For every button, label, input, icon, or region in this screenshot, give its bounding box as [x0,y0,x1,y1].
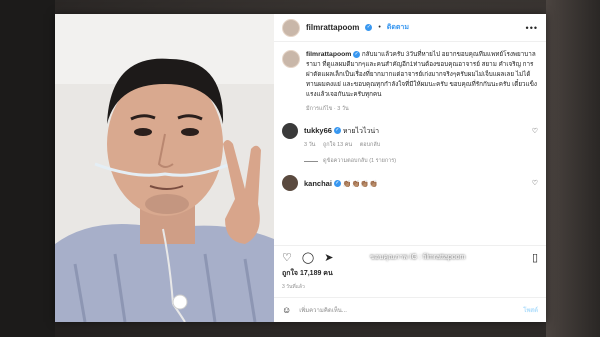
follow-button[interactable]: ติดตาม [387,22,409,33]
instagram-post: filmrattapoom ✓ • ติดตาม ••• filmrattapo… [55,14,546,322]
view-replies-label[interactable]: ดูข้อความตอบกลับ (1 รายการ) [323,157,396,165]
comment-time: 3 วัน [304,142,316,148]
comment-avatar[interactable] [282,123,298,139]
likes-count[interactable]: ถูกใจ 17,189 คน [274,268,546,279]
caption: filmrattapoom ✓ กลับมาแล้วครับ 3วันที่หา… [282,50,538,113]
comment-username[interactable]: kanchai [304,179,332,188]
replies-line [304,160,318,162]
background-right [546,0,600,337]
post-photo [55,14,274,322]
photo-credit: ขอบคุณภาพ IG : filmrattapoom [370,254,466,261]
background-left [0,0,55,337]
share-icon[interactable]: ➤ [324,251,333,264]
comments-area: filmrattapoom ✓ กลับมาแล้วครับ 3วันที่หา… [274,42,546,245]
comment-text: tukky66 ✓ หายไวไวน่า [304,126,526,137]
author-username[interactable]: filmrattapoom [306,23,359,32]
comment-heart-icon[interactable]: ♡ [532,127,538,135]
emoji-icon[interactable]: ☺ [282,305,291,315]
view-replies[interactable]: ดูข้อความตอบกลับ (1 รายการ) [304,157,538,165]
comment-body: หายไวไวน่า [342,127,380,135]
verified-icon: ✓ [365,24,373,31]
comment-body: 👏🏽👏🏽👏🏽👏🏽 [342,180,378,188]
comment-meta: 3 วัน ถูกใจ 13 คน ตอบกลับ [304,141,538,149]
post-header: filmrattapoom ✓ • ติดตาม ••• [274,14,546,42]
verified-icon: ✓ [333,180,341,188]
caption-text: filmrattapoom ✓ กลับมาแล้วครับ 3วันที่หา… [306,50,538,100]
comment-item: tukky66 ✓ หายไวไวน่า ♡ [282,123,538,139]
caption-body: กลับมาแล้วครับ 3วันที่หายไป อยากขอบคุณที… [306,51,537,98]
reply-button[interactable]: ตอบกลับ [360,142,381,148]
caption-avatar[interactable] [282,50,300,68]
post-date: 3 วันที่แล้ว [282,284,305,290]
caption-time: มีการแก้ไข · 3 วัน [306,106,349,112]
author-avatar[interactable] [282,18,300,37]
add-comment-bar: ☺ เพิ่มความคิดเห็น... โพสต์ [274,297,546,322]
verified-icon: ✓ [333,127,341,135]
heart-icon[interactable]: ♡ [282,251,292,264]
comment-input[interactable]: เพิ่มความคิดเห็น... [299,305,515,315]
post-sidebar: filmrattapoom ✓ • ติดตาม ••• filmrattapo… [274,14,546,322]
save-icon[interactable]: ▯ [532,251,538,264]
comment-username[interactable]: tukky66 [304,126,332,135]
comment-heart-icon[interactable]: ♡ [532,179,538,187]
verified-icon: ✓ [353,50,361,58]
comment-avatar[interactable] [282,175,298,191]
comment-item: kanchai ✓ 👏🏽👏🏽👏🏽👏🏽 ♡ [282,175,538,191]
post-button[interactable]: โพสต์ [523,305,538,315]
more-icon[interactable]: ••• [526,23,538,33]
comment-text: kanchai ✓ 👏🏽👏🏽👏🏽👏🏽 [304,179,526,188]
caption-username[interactable]: filmrattapoom [306,51,351,58]
separator-dot: • [378,24,381,31]
comment-likes[interactable]: ถูกใจ 13 คน [323,142,352,148]
comment-icon[interactable]: ◯ [302,251,314,264]
